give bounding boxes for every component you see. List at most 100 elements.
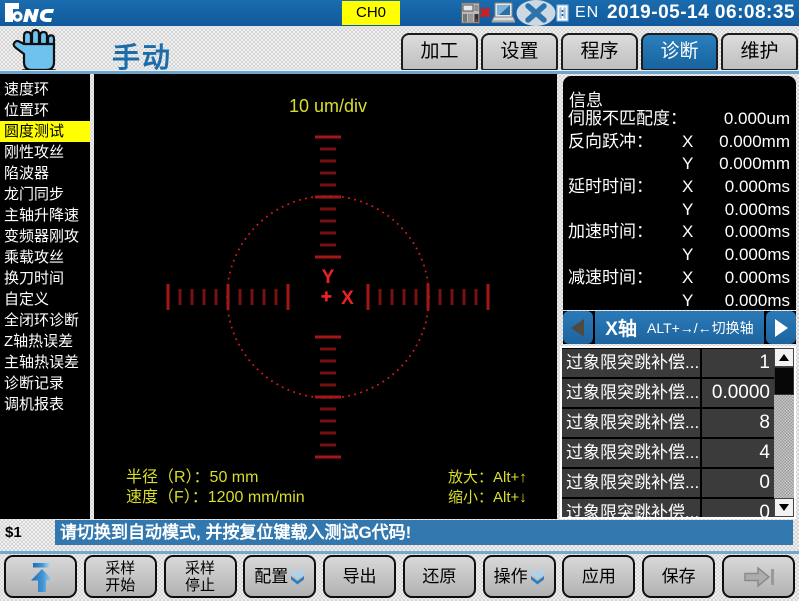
menu-item[interactable]: 变频器刚攻 [0,226,90,247]
scroll-track[interactable] [774,395,794,498]
menu-item[interactable]: 主轴升降速 [0,205,90,226]
info-label: 伺服不匹配度： [568,108,687,131]
toolbar-button-label: 还原 [422,568,456,585]
toolbar-button[interactable] [4,555,77,598]
info-value: 0.000mm [719,131,790,154]
toolbar-button-label: 应用 [582,568,616,585]
toolbar-button[interactable]: 配置 [243,555,316,598]
scroll-thumb[interactable] [774,367,794,395]
header-bar: 手动 加工 设置 程序 诊断 维护 [0,26,799,74]
param-value: 8 [702,409,774,437]
double-chevron-down-icon [290,568,305,585]
zoom-out-hint: 缩小：Alt+↓ [448,489,527,506]
menu-item[interactable]: 自定义 [0,289,90,310]
info-row: 延时时间： X 0.000ms [568,176,790,199]
menu-item[interactable]: 乘载攻丝 [0,247,90,268]
info-row: 加速时间： X 0.000ms [568,221,790,244]
tab[interactable]: 诊断 [641,33,718,71]
info-value: 0.000ms [725,244,790,267]
axis-next-button[interactable] [766,311,796,344]
main-tabs: 加工 设置 程序 诊断 维护 [398,33,798,71]
info-row: 减速时间： X 0.000ms [568,267,790,290]
info-axis: Y [682,153,693,176]
info-panel: 信息 伺服不匹配度： 0.000um 反向跃冲： X 0.000mm [563,76,796,310]
tab[interactable]: 程序 [561,33,638,71]
info-value: 0.000ms [725,199,790,222]
info-value: 0.000ms [725,221,790,244]
info-axis: X [682,131,693,154]
menu-item[interactable]: 龙门同步 [0,184,90,205]
info-label: 加速时间： [568,221,653,244]
info-value: 0.000ms [725,290,790,313]
info-axis: Y [682,199,693,222]
ime-icon[interactable] [556,4,569,27]
menu-item[interactable]: Z轴热误差 [0,331,90,352]
language-indicator[interactable]: EN [575,4,599,22]
table-rows: 过象限突跳补偿... 1 过象限突跳补偿... 0.0000 过象限突跳补偿..… [562,348,774,517]
menu-item[interactable]: 调机报表 [0,394,90,415]
table-row[interactable]: 过象限突跳补偿... 0 [562,499,774,517]
scroll-down-button[interactable] [774,498,794,517]
info-value: 0.000um [724,108,790,131]
bottom-toolbar: 采样 开始 采样 停止 配置 导出 还原 操作 应用 保存 [0,555,799,598]
y-axis-label: Y [322,267,335,288]
menu-item[interactable]: 速度环 [0,79,90,100]
roundness-plot: YX 10 um/div 半径（R）：50 mm 速度（F）：1200 mm/m… [94,74,557,519]
menu-item[interactable]: 刚性攻丝 [0,142,90,163]
info-rows: 伺服不匹配度： 0.000um 反向跃冲： X 0.000mm [568,108,790,312]
toolbar-button[interactable] [722,555,795,598]
param-name: 过象限突跳补偿... [562,409,702,437]
channel-indicator[interactable]: CH0 [342,1,400,25]
param-value: 4 [702,439,774,467]
menu-item[interactable]: 换刀时间 [0,268,90,289]
info-row: Y 0.000mm [568,153,790,176]
axis-switch-hint: ALT+→/←切换轴 [647,318,754,338]
toolbar-button-label: 保存 [662,568,696,585]
tab[interactable]: 加工 [401,33,478,71]
toolbar-button[interactable]: 操作 [483,555,556,598]
axis-prev-button[interactable] [563,311,593,344]
toolbar-button[interactable]: 应用 [562,555,635,598]
table-scrollbar[interactable] [774,348,794,517]
disconnected-x-icon: ✖ [479,6,492,21]
scroll-up-button[interactable] [774,348,794,367]
toolbar-button[interactable]: 还原 [403,555,476,598]
info-value: 0.000ms [725,267,790,290]
plot-canvas: YX [94,74,557,519]
param-name: 过象限突跳补偿... [562,469,702,497]
info-row: Y 0.000ms [568,290,790,313]
table-row[interactable]: 过象限突跳补偿... 4 [562,439,774,467]
compensation-table: 过象限突跳补偿... 1 过象限突跳补偿... 0.0000 过象限突跳补偿..… [560,346,796,519]
menu-item[interactable]: 位置环 [0,100,90,121]
table-row[interactable]: 过象限突跳补偿... 8 [562,409,774,437]
laptop-icon [491,2,515,29]
plot-zoom-hints: 放大：Alt+↑ 缩小：Alt+↓ [448,468,527,508]
toolbar-button[interactable]: 采样 停止 [164,555,237,598]
radius-label: 半径（R）：50 mm [126,469,258,486]
menu-item[interactable]: 陷波器 [0,163,90,184]
table-row[interactable]: 过象限突跳补偿... 1 [562,349,774,377]
toolbar-button[interactable]: 导出 [323,555,396,598]
toolbar-button-label: 配置 [254,568,288,585]
table-row[interactable]: 过象限突跳补偿... 0 [562,469,774,497]
toolbar-button-label: 采样 停止 [185,560,215,594]
menu-item[interactable]: 全闭环诊断 [0,310,90,331]
axis-switcher: X轴 ALT+→/←切换轴 [563,311,796,344]
info-row: 反向跃冲： X 0.000mm [568,131,790,154]
toolbar-button[interactable]: 保存 [642,555,715,598]
info-value: 0.000ms [725,176,790,199]
info-label: 反向跃冲： [568,131,653,154]
menu-item[interactable]: 诊断记录 [0,373,90,394]
tab[interactable]: 设置 [481,33,558,71]
menu-item[interactable]: 主轴热误差 [0,352,90,373]
x-axis-label: X [341,288,354,309]
menu-item[interactable]: 圆度测试 [0,121,90,142]
info-row: 伺服不匹配度： 0.000um [568,108,790,131]
plot-scale-label: 10 um/div [94,96,562,117]
tab[interactable]: 维护 [721,33,798,71]
top-bar: CH0 ✖ [0,0,799,26]
toolbar-button[interactable]: 采样 开始 [84,555,157,598]
param-name: 过象限突跳补偿... [562,439,702,467]
triangle-down-icon [779,504,789,511]
table-row[interactable]: 过象限突跳补偿... 0.0000 [562,379,774,407]
